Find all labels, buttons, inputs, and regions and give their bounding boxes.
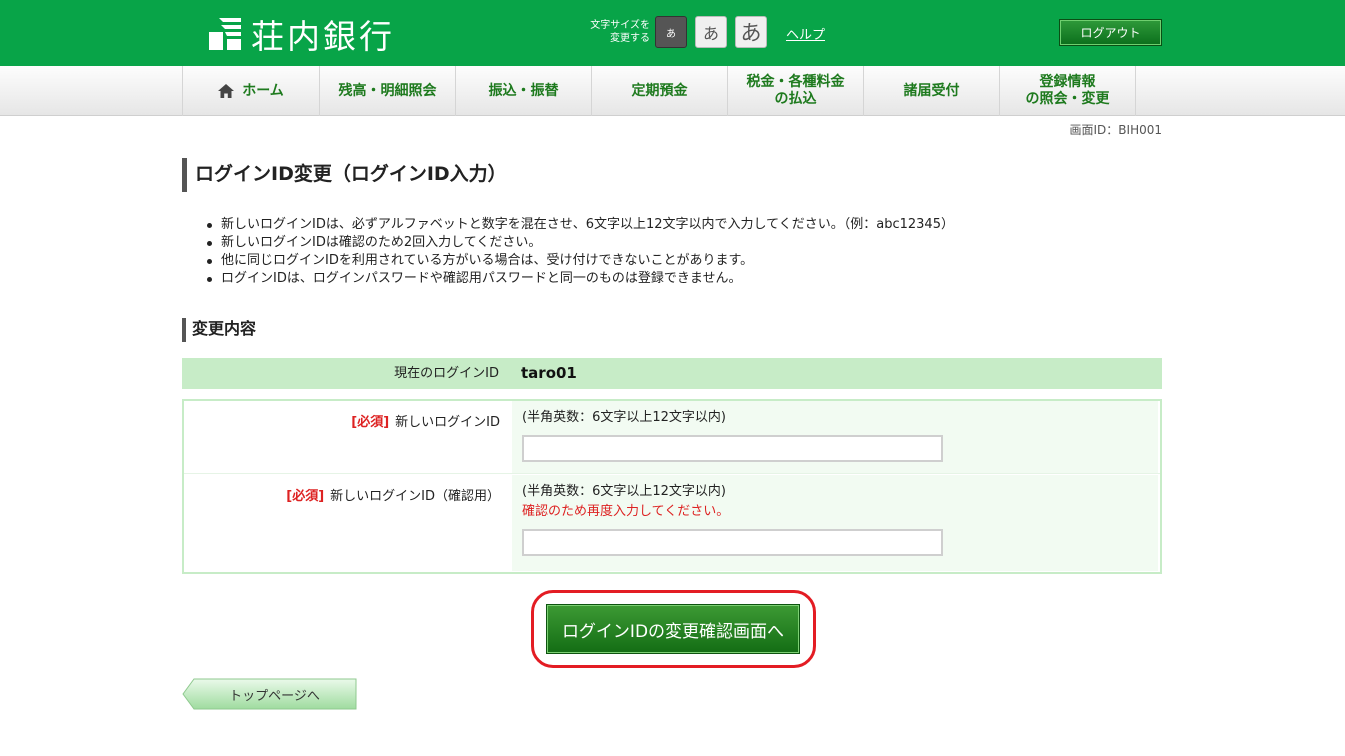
- confirm-login-id-label: [必須] 新しいログインID（確認用）: [184, 475, 510, 571]
- logout-button[interactable]: ログアウト: [1059, 19, 1162, 46]
- confirm-login-id-cell: (半角英数：6文字以上12文字以内) 確認のため再度入力してください。: [512, 475, 1158, 571]
- current-login-id-row: 現在のログインID taro01: [182, 358, 1162, 389]
- nav-item-payments-line1: 税金・各種料金: [746, 74, 845, 90]
- instruction-list: 新しいログインIDは、必ずアルファベットと数字を混在させ、6文字以上12文字以内…: [205, 216, 954, 288]
- nav-item-registration-line2: の照会・変更: [1025, 91, 1110, 107]
- nav-item-transfer-label: 振込・振替: [488, 82, 559, 99]
- nav-item-registration-line1: 登録情報: [1039, 74, 1096, 90]
- instruction-item: 新しいログインIDは、必ずアルファベットと数字を混在させ、6文字以上12文字以内…: [205, 216, 954, 234]
- new-login-id-label: [必須] 新しいログインID: [184, 401, 510, 473]
- top-page-button[interactable]: トップページへ: [182, 678, 357, 710]
- new-login-id-row: [必須] 新しいログインID (半角英数：6文字以上12文字以内): [184, 401, 1160, 474]
- new-login-id-hint: (半角英数：6文字以上12文字以内): [522, 410, 726, 425]
- bank-logo-icon: [205, 14, 245, 54]
- current-login-id-value: taro01: [521, 364, 577, 382]
- nav-item-registration[interactable]: 登録情報 の照会・変更: [1000, 66, 1136, 116]
- top-page-button-label: トップページへ: [229, 688, 320, 704]
- help-link[interactable]: ヘルプ: [786, 24, 825, 43]
- new-login-id-input[interactable]: [522, 435, 943, 462]
- nav-item-registration-label: 登録情報 の照会・変更: [1026, 74, 1110, 108]
- confirm-login-id-input[interactable]: [522, 529, 943, 556]
- page-title: ログインID変更（ログインID入力）: [182, 158, 507, 192]
- bank-logo[interactable]: 荘内銀行: [205, 12, 395, 56]
- screen-id: 画面ID：BIH001: [1069, 123, 1162, 137]
- required-mark: [必須]: [286, 489, 325, 504]
- nav-item-time-deposit-label: 定期預金: [631, 82, 688, 99]
- main-nav: ホーム 残高・明細照会 振込・振替 定期預金 税金・各種料金 の払込 諸届受付 …: [0, 66, 1345, 116]
- nav-item-balance-label: 残高・明細照会: [338, 82, 437, 99]
- nav-item-transfer[interactable]: 振込・振替: [456, 66, 592, 116]
- font-size-small-button[interactable]: あ: [655, 16, 687, 48]
- home-icon: [218, 84, 235, 98]
- nav-item-payments-label: 税金・各種料金 の払込: [747, 74, 845, 108]
- nav-item-time-deposit[interactable]: 定期預金: [592, 66, 728, 116]
- current-login-id-label: 現在のログインID: [394, 366, 499, 381]
- nav-item-home[interactable]: ホーム: [183, 66, 320, 116]
- section-title: 変更内容: [182, 318, 256, 342]
- new-login-id-label-text: 新しいログインID: [395, 415, 500, 430]
- nav-item-notifications-label: 諸届受付: [903, 82, 960, 99]
- confirm-login-id-hint: (半角英数：6文字以上12文字以内): [522, 484, 726, 499]
- instruction-item: 他に同じログインIDを利用されている方がいる場合は、受け付けできないことがありま…: [205, 252, 954, 270]
- bank-name: 荘内銀行: [251, 17, 395, 56]
- instruction-item: 新しいログインIDは確認のため2回入力してください。: [205, 234, 954, 252]
- confirm-change-button[interactable]: ログインIDの変更確認画面へ: [546, 604, 800, 654]
- confirm-login-id-label-text: 新しいログインID（確認用）: [330, 489, 500, 504]
- instruction-item: ログインIDは、ログインパスワードや確認用パスワードと同一のものは登録できません…: [205, 270, 954, 288]
- change-form: [必須] 新しいログインID (半角英数：6文字以上12文字以内) [必須] 新しい…: [182, 399, 1162, 574]
- nav-item-payments-line2: の払込: [774, 91, 817, 107]
- nav-item-home-label: ホーム: [242, 82, 284, 99]
- nav-item-payments[interactable]: 税金・各種料金 の払込: [728, 66, 864, 116]
- confirm-login-id-note: 確認のため再度入力してください。: [522, 504, 730, 519]
- required-mark: [必須]: [351, 415, 390, 430]
- new-login-id-cell: (半角英数：6文字以上12文字以内): [512, 401, 1158, 473]
- nav-item-notifications[interactable]: 諸届受付: [864, 66, 1000, 116]
- font-size-label: 文字サイズを 変更する: [580, 19, 650, 45]
- font-size-label-line1: 文字サイズを: [590, 20, 650, 31]
- font-size-large-button[interactable]: あ: [735, 16, 767, 48]
- nav-item-balance[interactable]: 残高・明細照会: [320, 66, 456, 116]
- confirm-login-id-row: [必須] 新しいログインID（確認用） (半角英数：6文字以上12文字以内) 確認…: [184, 475, 1160, 571]
- font-size-label-line2: 変更する: [610, 33, 650, 44]
- header-bar: 荘内銀行 文字サイズを 変更する あ あ あ ヘルプ ログアウト: [0, 0, 1345, 66]
- font-size-medium-button[interactable]: あ: [695, 16, 727, 48]
